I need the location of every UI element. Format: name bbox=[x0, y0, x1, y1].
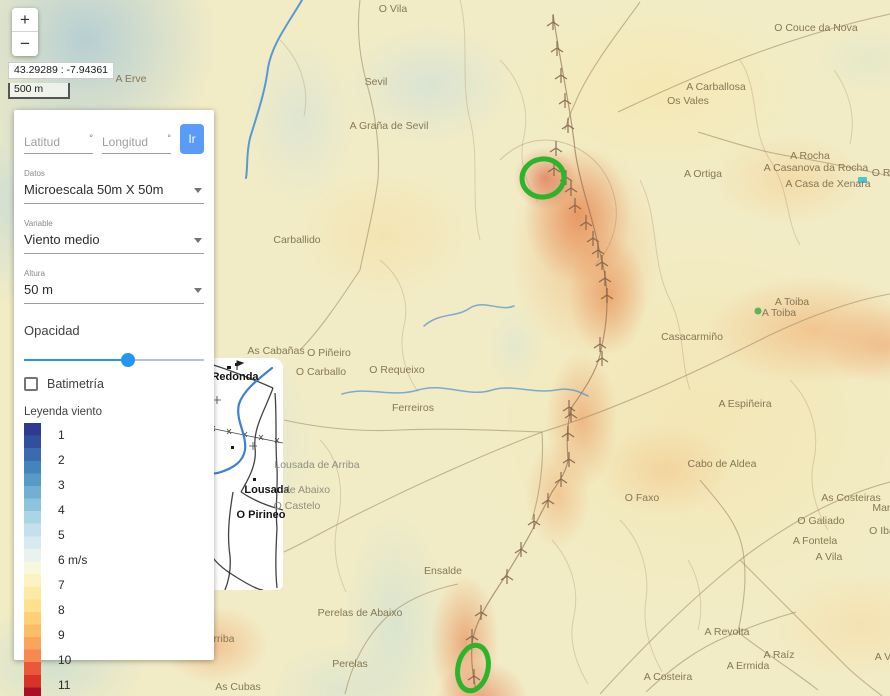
legend-label: 11 bbox=[58, 678, 70, 692]
bathymetry-label: Batimetría bbox=[47, 377, 104, 391]
control-panel: ° ° Ir Datos Microescala 50m X 50m Varia… bbox=[14, 110, 214, 660]
map-place-label: rriba bbox=[213, 633, 234, 645]
zoom-in-button[interactable]: + bbox=[12, 8, 38, 32]
legend-labels: 1 2 3 4 5 6 m/s 7 8 9 10 11 bbox=[58, 423, 204, 696]
legend-label: 6 m/s bbox=[58, 553, 87, 567]
bathymetry-row: Batimetría bbox=[24, 377, 204, 391]
chevron-down-icon bbox=[194, 238, 202, 243]
map-place-label: A Casa de Xenara bbox=[785, 178, 870, 190]
opacity-slider-fill bbox=[24, 359, 128, 361]
legend-label: 7 bbox=[58, 578, 65, 592]
map-place-label: As Cubas bbox=[215, 681, 261, 693]
legend-colorbar bbox=[24, 423, 41, 696]
map-place-label: O Vila bbox=[379, 3, 407, 15]
opacity-slider[interactable] bbox=[24, 353, 204, 367]
longitude-input[interactable] bbox=[102, 133, 171, 154]
chevron-down-icon bbox=[194, 288, 202, 293]
chevron-down-icon bbox=[194, 188, 202, 193]
zoom-control: + − bbox=[12, 8, 38, 56]
map-place-label: O Iba bbox=[869, 525, 890, 537]
legend-title: Leyenda viento bbox=[24, 406, 204, 418]
map-place-label: O Piñeiro bbox=[307, 347, 351, 359]
map-place-label: O Couce da Nova bbox=[774, 22, 857, 34]
map-place-label: A Revolta bbox=[705, 626, 750, 638]
scale-bar: 500 m bbox=[8, 83, 70, 99]
latitude-field-wrap: ° bbox=[24, 133, 93, 154]
map-place-label: Perelas de Abaixo bbox=[318, 607, 403, 619]
map-place-label: A Ermida bbox=[727, 660, 770, 672]
map-place-label: Lousada bbox=[244, 484, 289, 496]
map-place-label: A Graña de Sevil bbox=[350, 120, 429, 132]
map-place-label: O Faxo bbox=[625, 492, 659, 504]
zoom-out-button[interactable]: − bbox=[12, 32, 38, 56]
wind-legend: 1 2 3 4 5 6 m/s 7 8 9 10 11 bbox=[24, 423, 204, 696]
map-place-label: O Galiado bbox=[797, 515, 844, 527]
bathymetry-checkbox[interactable] bbox=[24, 377, 38, 391]
map-place-label: A Espiñeira bbox=[718, 398, 771, 410]
opacity-slider-thumb[interactable] bbox=[121, 353, 135, 367]
map-place-label: A Costeira bbox=[644, 671, 692, 683]
map-place-label: Carballido bbox=[273, 234, 320, 246]
degree-symbol-lon: ° bbox=[167, 133, 171, 143]
cursor-coordinates: 43.29289 : -7.94361 bbox=[8, 62, 114, 79]
coordinate-search-row: ° ° Ir bbox=[24, 124, 204, 154]
datos-value: Microescala 50m X 50m bbox=[24, 182, 163, 197]
opacity-label: Opacidad bbox=[24, 323, 204, 338]
map-place-label: Perelas bbox=[332, 658, 368, 670]
map-place-label: Casacarmiño bbox=[661, 331, 723, 343]
degree-symbol-lat: ° bbox=[89, 133, 93, 143]
map-place-label: A Erve bbox=[116, 73, 147, 85]
map-place-label: O Requeixo bbox=[369, 364, 424, 376]
map-place-label: Redonda bbox=[211, 371, 258, 383]
map-place-label: A Casanova da Rocha bbox=[764, 162, 869, 174]
legend-label: 4 bbox=[58, 503, 65, 517]
legend-label: 3 bbox=[58, 478, 65, 492]
longitude-field-wrap: ° bbox=[102, 133, 171, 154]
legend-label: 1 bbox=[58, 428, 65, 442]
map-place-label: Sevil bbox=[365, 76, 388, 88]
legend-label: 9 bbox=[58, 628, 65, 642]
altura-value: 50 m bbox=[24, 282, 53, 297]
variable-select[interactable]: Viento medio bbox=[24, 228, 204, 254]
map-place-label: A Toiba bbox=[762, 307, 796, 319]
variable-value: Viento medio bbox=[24, 232, 100, 247]
map-place-label: O Carballo bbox=[296, 366, 346, 378]
map-place-label: O Re bbox=[872, 167, 890, 179]
map-place-label: Ferreiros bbox=[392, 402, 434, 414]
legend-label: 2 bbox=[58, 453, 65, 467]
map-place-label: A Fontela bbox=[793, 535, 837, 547]
go-button[interactable]: Ir bbox=[180, 124, 204, 154]
map-place-label: A Vila bbox=[816, 551, 843, 563]
legend-label: 5 bbox=[58, 528, 65, 542]
latitude-input[interactable] bbox=[24, 133, 93, 154]
legend-label: 10 bbox=[58, 653, 71, 667]
map-place-label: A Ortiga bbox=[684, 168, 722, 180]
map-place-label: A Carballosa bbox=[686, 81, 746, 93]
map-place-label: Lousada de Arriba bbox=[274, 459, 359, 471]
map-place-label: O Pirineo bbox=[237, 509, 286, 521]
map-place-label: de Abaixo bbox=[284, 484, 330, 496]
legend-label: 8 bbox=[58, 603, 65, 617]
map-place-label: As Cabañas bbox=[247, 345, 304, 357]
datos-select[interactable]: Microescala 50m X 50m bbox=[24, 178, 204, 204]
map-place-label: Cabo de Aldea bbox=[688, 458, 757, 470]
map-place-label: Ensalde bbox=[424, 565, 462, 577]
altura-select[interactable]: 50 m bbox=[24, 278, 204, 304]
map-place-label: A Rocha bbox=[790, 150, 830, 162]
map-place-label: Marti bbox=[872, 502, 890, 514]
altura-label: Altura bbox=[24, 269, 204, 278]
map-place-label: A Vi bbox=[875, 651, 890, 663]
variable-label: Variable bbox=[24, 219, 204, 228]
map-place-label: Os Vales bbox=[667, 95, 709, 107]
datos-label: Datos bbox=[24, 169, 204, 178]
